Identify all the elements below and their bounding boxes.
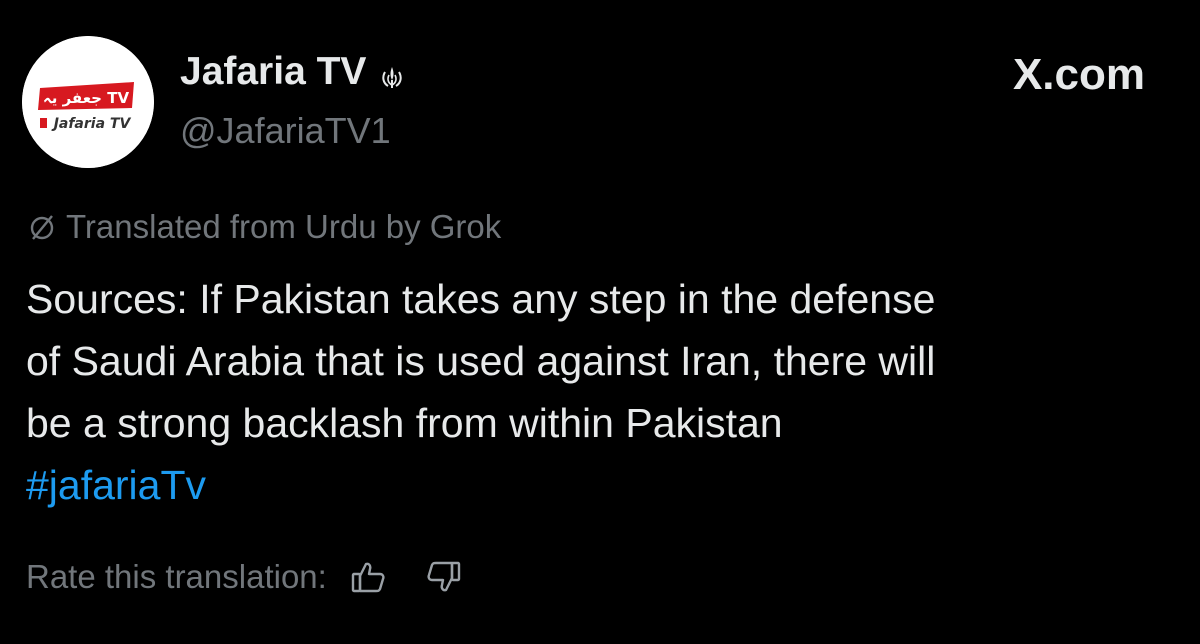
translate-icon: [26, 211, 58, 243]
rate-translation: Rate this translation:: [26, 554, 497, 600]
display-name-text[interactable]: Jafaria TV: [180, 50, 366, 94]
tweet-text: Sources: If Pakistan takes any step in t…: [26, 268, 1176, 516]
emblem-icon: [378, 58, 406, 88]
user-handle[interactable]: @JafariaTV1: [180, 110, 391, 152]
rate-translation-label: Rate this translation:: [26, 558, 327, 595]
translation-note-text: Translated from Urdu by Grok: [66, 208, 502, 245]
tweet-line: of Saudi Arabia that is used against Ira…: [26, 338, 936, 384]
hashtag-link[interactable]: #jafariaTv: [26, 454, 1176, 516]
logo-arabic-text: جعفر یہ TV: [43, 89, 130, 107]
avatar[interactable]: جعفر یہ TV Jafaria TV: [22, 36, 154, 168]
thumbs-up-icon: [351, 562, 385, 593]
thumbs-down-button[interactable]: [421, 554, 467, 600]
logo-latin-text: Jafaria TV: [51, 116, 132, 132]
jafaria-tv-logo: جعفر یہ TV Jafaria TV: [22, 36, 154, 168]
x-com-watermark: X.com: [1012, 50, 1145, 99]
thumbs-down-icon: [427, 561, 461, 592]
translation-note: Translated from Urdu by Grok: [26, 208, 501, 246]
tweet-line: be a strong backlash from within Pakista…: [26, 400, 783, 446]
display-name[interactable]: Jafaria TV: [180, 50, 406, 94]
tweet-line: Sources: If Pakistan takes any step in t…: [26, 276, 936, 322]
thumbs-up-button[interactable]: [345, 554, 391, 600]
